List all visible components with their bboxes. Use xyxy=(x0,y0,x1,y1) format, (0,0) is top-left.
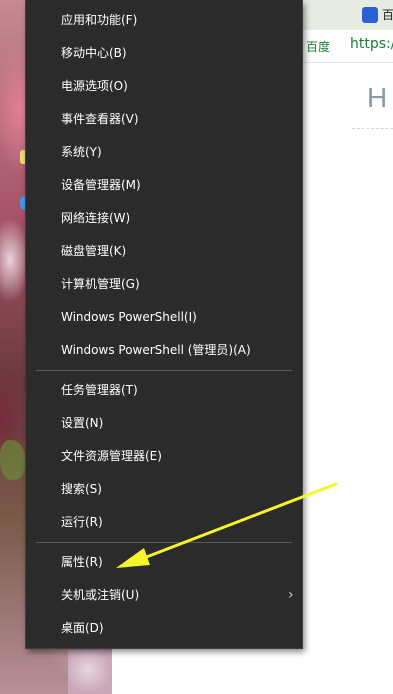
menu-item-settings[interactable]: 设置(N) xyxy=(26,407,302,440)
menu-item-run[interactable]: 运行(R) xyxy=(26,506,302,539)
menu-item-task-manager[interactable]: 任务管理器(T) xyxy=(26,374,302,407)
menu-item-label: 移动中心(B) xyxy=(61,46,127,60)
page-heading: H xyxy=(367,82,388,113)
menu-item-label: 事件查看器(V) xyxy=(61,112,139,126)
wallpaper-leaf xyxy=(0,440,26,480)
bookmark-baidu[interactable]: 百度 xyxy=(306,38,330,55)
menu-item-file-explorer[interactable]: 文件资源管理器(E) xyxy=(26,440,302,473)
winx-context-menu: 应用和功能(F) 移动中心(B) 电源选项(O) 事件查看器(V) 系统(Y) … xyxy=(25,0,303,649)
menu-item-label: 桌面(D) xyxy=(61,621,104,635)
menu-item-label: 文件资源管理器(E) xyxy=(61,449,162,463)
menu-item-label: 磁盘管理(K) xyxy=(61,244,127,258)
menu-item-powershell-admin[interactable]: Windows PowerShell (管理员)(A) xyxy=(26,334,302,367)
menu-item-label: 属性(R) xyxy=(61,555,103,569)
menu-item-label: 系统(Y) xyxy=(61,145,102,159)
menu-item-label: 设置(N) xyxy=(61,416,104,430)
menu-item-system[interactable]: 系统(Y) xyxy=(26,136,302,169)
browser-tab-bar xyxy=(300,0,393,31)
menu-item-label: 电源选项(O) xyxy=(61,79,128,93)
content-divider xyxy=(352,128,393,129)
menu-item-label: 计算机管理(G) xyxy=(61,277,140,291)
menu-item-label: 关机或注销(U) xyxy=(61,588,140,602)
menu-item-label: 运行(R) xyxy=(61,515,103,529)
baidu-paw-icon[interactable]: 🐾 xyxy=(362,7,378,23)
menu-item-label: Windows PowerShell (管理员)(A) xyxy=(61,343,251,357)
menu-item-apps-and-features[interactable]: 应用和功能(F) xyxy=(26,4,302,37)
menu-item-label: Windows PowerShell(I) xyxy=(61,310,197,324)
chevron-right-icon: › xyxy=(288,587,294,603)
menu-item-desktop[interactable]: 桌面(D) xyxy=(26,612,302,645)
address-url-text[interactable]: https:/ xyxy=(350,36,393,52)
menu-item-shutdown-or-sign-out[interactable]: 关机或注销(U) › xyxy=(26,579,302,612)
wallpaper-corner xyxy=(68,650,112,694)
menu-item-search[interactable]: 搜索(S) xyxy=(26,473,302,506)
menu-item-network-connections[interactable]: 网络连接(W) xyxy=(26,202,302,235)
menu-separator xyxy=(36,542,292,543)
menu-item-device-manager[interactable]: 设备管理器(M) xyxy=(26,169,302,202)
menu-item-mobility-center[interactable]: 移动中心(B) xyxy=(26,37,302,70)
menu-item-label: 搜索(S) xyxy=(61,482,102,496)
browser-tab-title[interactable]: 百 xyxy=(382,6,393,23)
menu-item-disk-management[interactable]: 磁盘管理(K) xyxy=(26,235,302,268)
menu-item-label: 任务管理器(T) xyxy=(61,383,138,397)
menu-item-label: 设备管理器(M) xyxy=(61,178,141,192)
browser-content-area xyxy=(112,650,300,694)
menu-item-powershell[interactable]: Windows PowerShell(I) xyxy=(26,301,302,334)
menu-item-label: 网络连接(W) xyxy=(61,211,131,225)
menu-item-label: 应用和功能(F) xyxy=(61,13,138,27)
menu-item-power-options[interactable]: 电源选项(O) xyxy=(26,70,302,103)
menu-separator xyxy=(36,370,292,371)
menu-item-computer-management[interactable]: 计算机管理(G) xyxy=(26,268,302,301)
menu-item-properties[interactable]: 属性(R) xyxy=(26,546,302,579)
menu-item-event-viewer[interactable]: 事件查看器(V) xyxy=(26,103,302,136)
